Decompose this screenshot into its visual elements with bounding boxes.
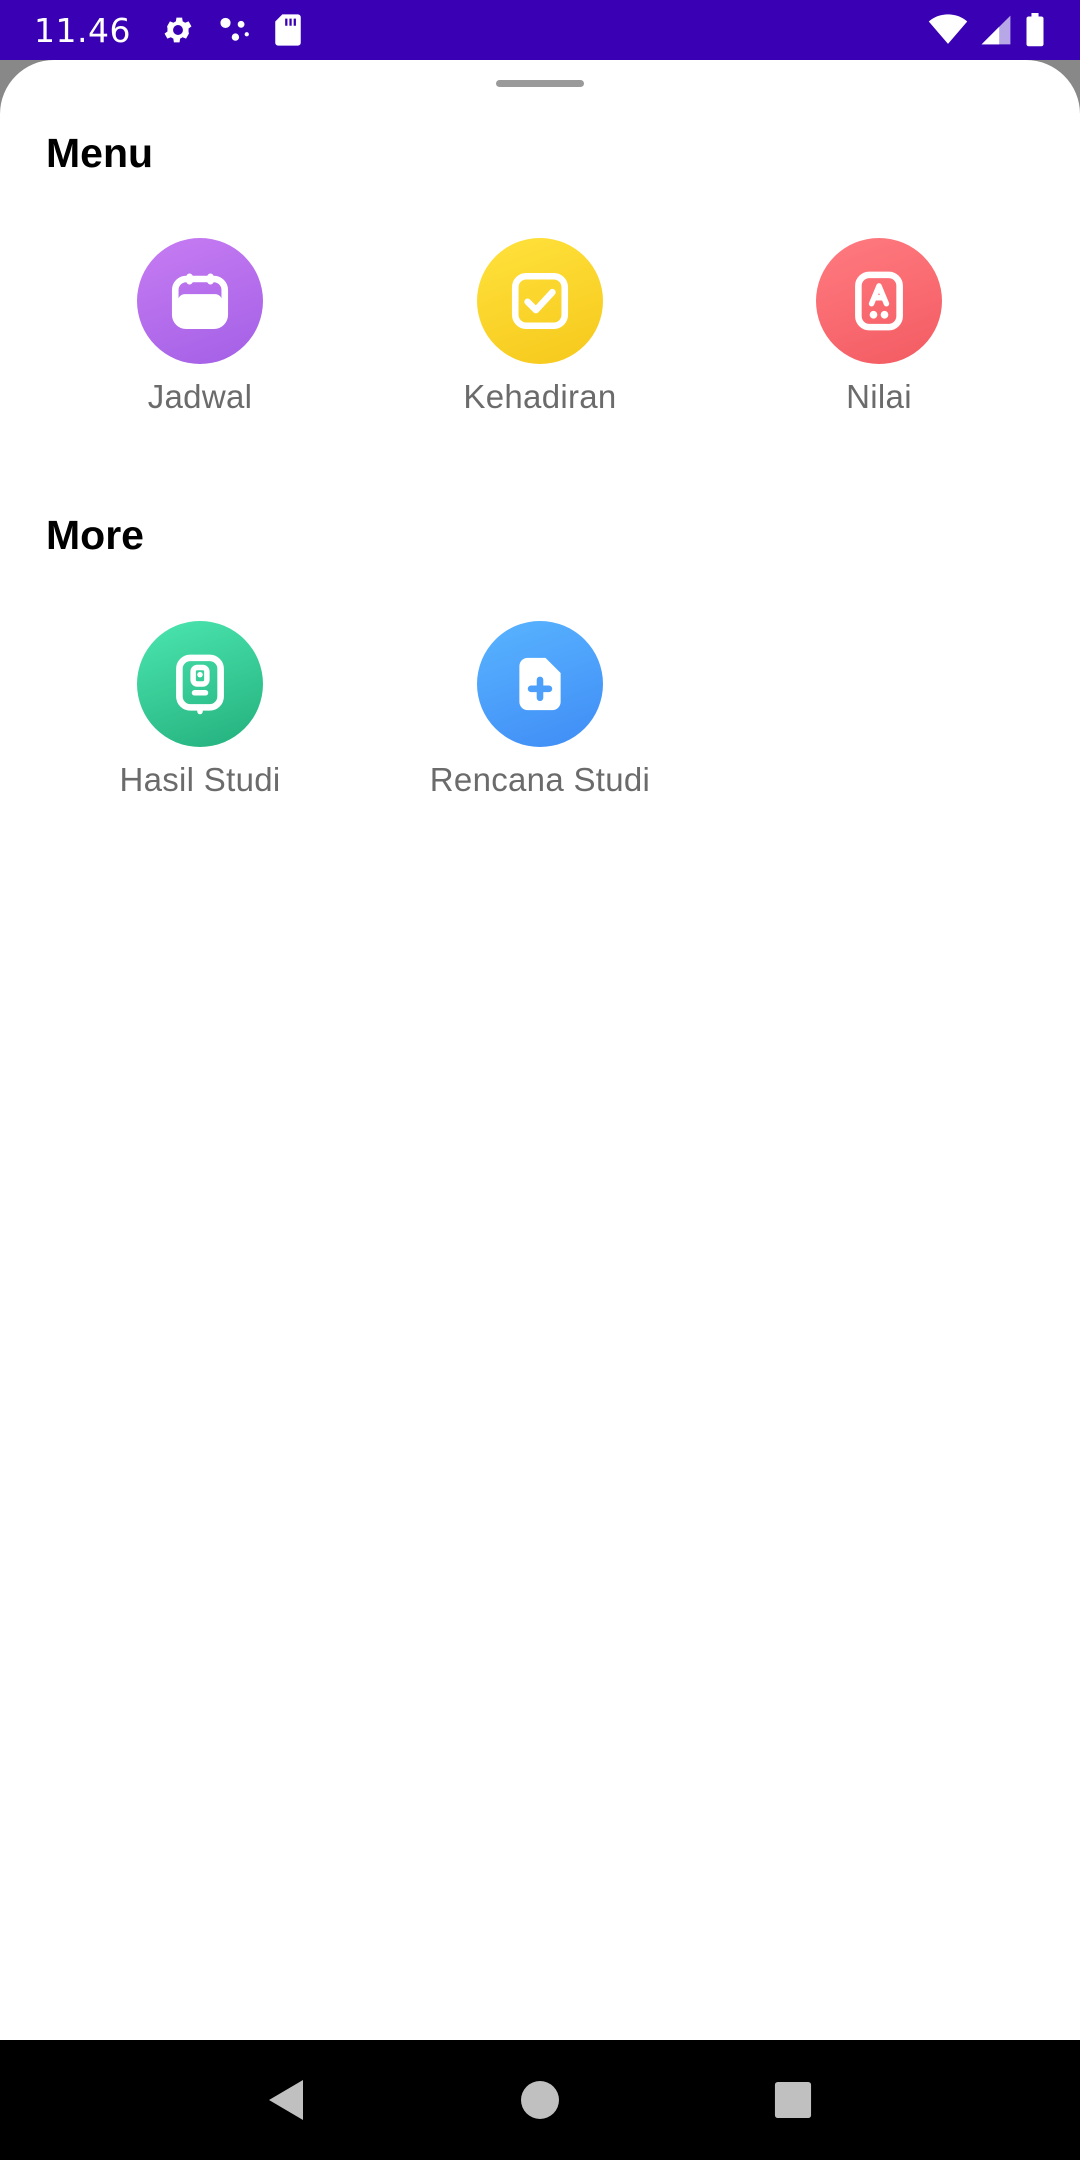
section-title-menu: Menu: [46, 130, 154, 176]
status-right-icons: [928, 13, 1046, 47]
grade-icon: [816, 238, 942, 364]
status-left-icons: [161, 13, 303, 47]
add-document-icon: [477, 621, 603, 747]
back-icon[interactable]: [257, 2070, 317, 2130]
bottom-sheet: Menu Jadwal Kehadiran Nilai More Hasil S…: [0, 60, 1080, 2040]
wifi-icon: [928, 14, 968, 46]
drag-handle[interactable]: [496, 80, 584, 87]
menu-item-label: Hasil Studi: [119, 761, 281, 798]
menu-item-rencana-studi[interactable]: Rencana Studi: [380, 621, 700, 821]
status-bar: 11.46: [0, 0, 1080, 60]
status-time: 11.46: [34, 10, 131, 50]
id-card-icon: [137, 621, 263, 747]
menu-item-label: Rencana Studi: [429, 761, 651, 798]
checkbox-icon: [477, 238, 603, 364]
recents-icon[interactable]: [763, 2070, 823, 2130]
settings-icon: [161, 13, 195, 47]
menu-item-nilai[interactable]: Nilai: [719, 238, 1039, 438]
calendar-icon: [137, 238, 263, 364]
menu-item-label: Nilai: [846, 378, 912, 415]
menu-item-kehadiran[interactable]: Kehadiran: [380, 238, 700, 438]
menu-item-hasil-studi[interactable]: Hasil Studi: [40, 621, 360, 821]
navigation-bar: [0, 2040, 1080, 2160]
section-title-more: More: [46, 512, 144, 558]
dots-icon: [217, 13, 251, 47]
signal-icon: [980, 14, 1012, 46]
menu-item-label: Kehadiran: [463, 378, 617, 415]
home-icon[interactable]: [510, 2070, 570, 2130]
sd-card-icon: [273, 13, 303, 47]
menu-item-jadwal[interactable]: Jadwal: [40, 238, 360, 438]
menu-item-label: Jadwal: [147, 378, 253, 415]
battery-icon: [1024, 13, 1046, 47]
